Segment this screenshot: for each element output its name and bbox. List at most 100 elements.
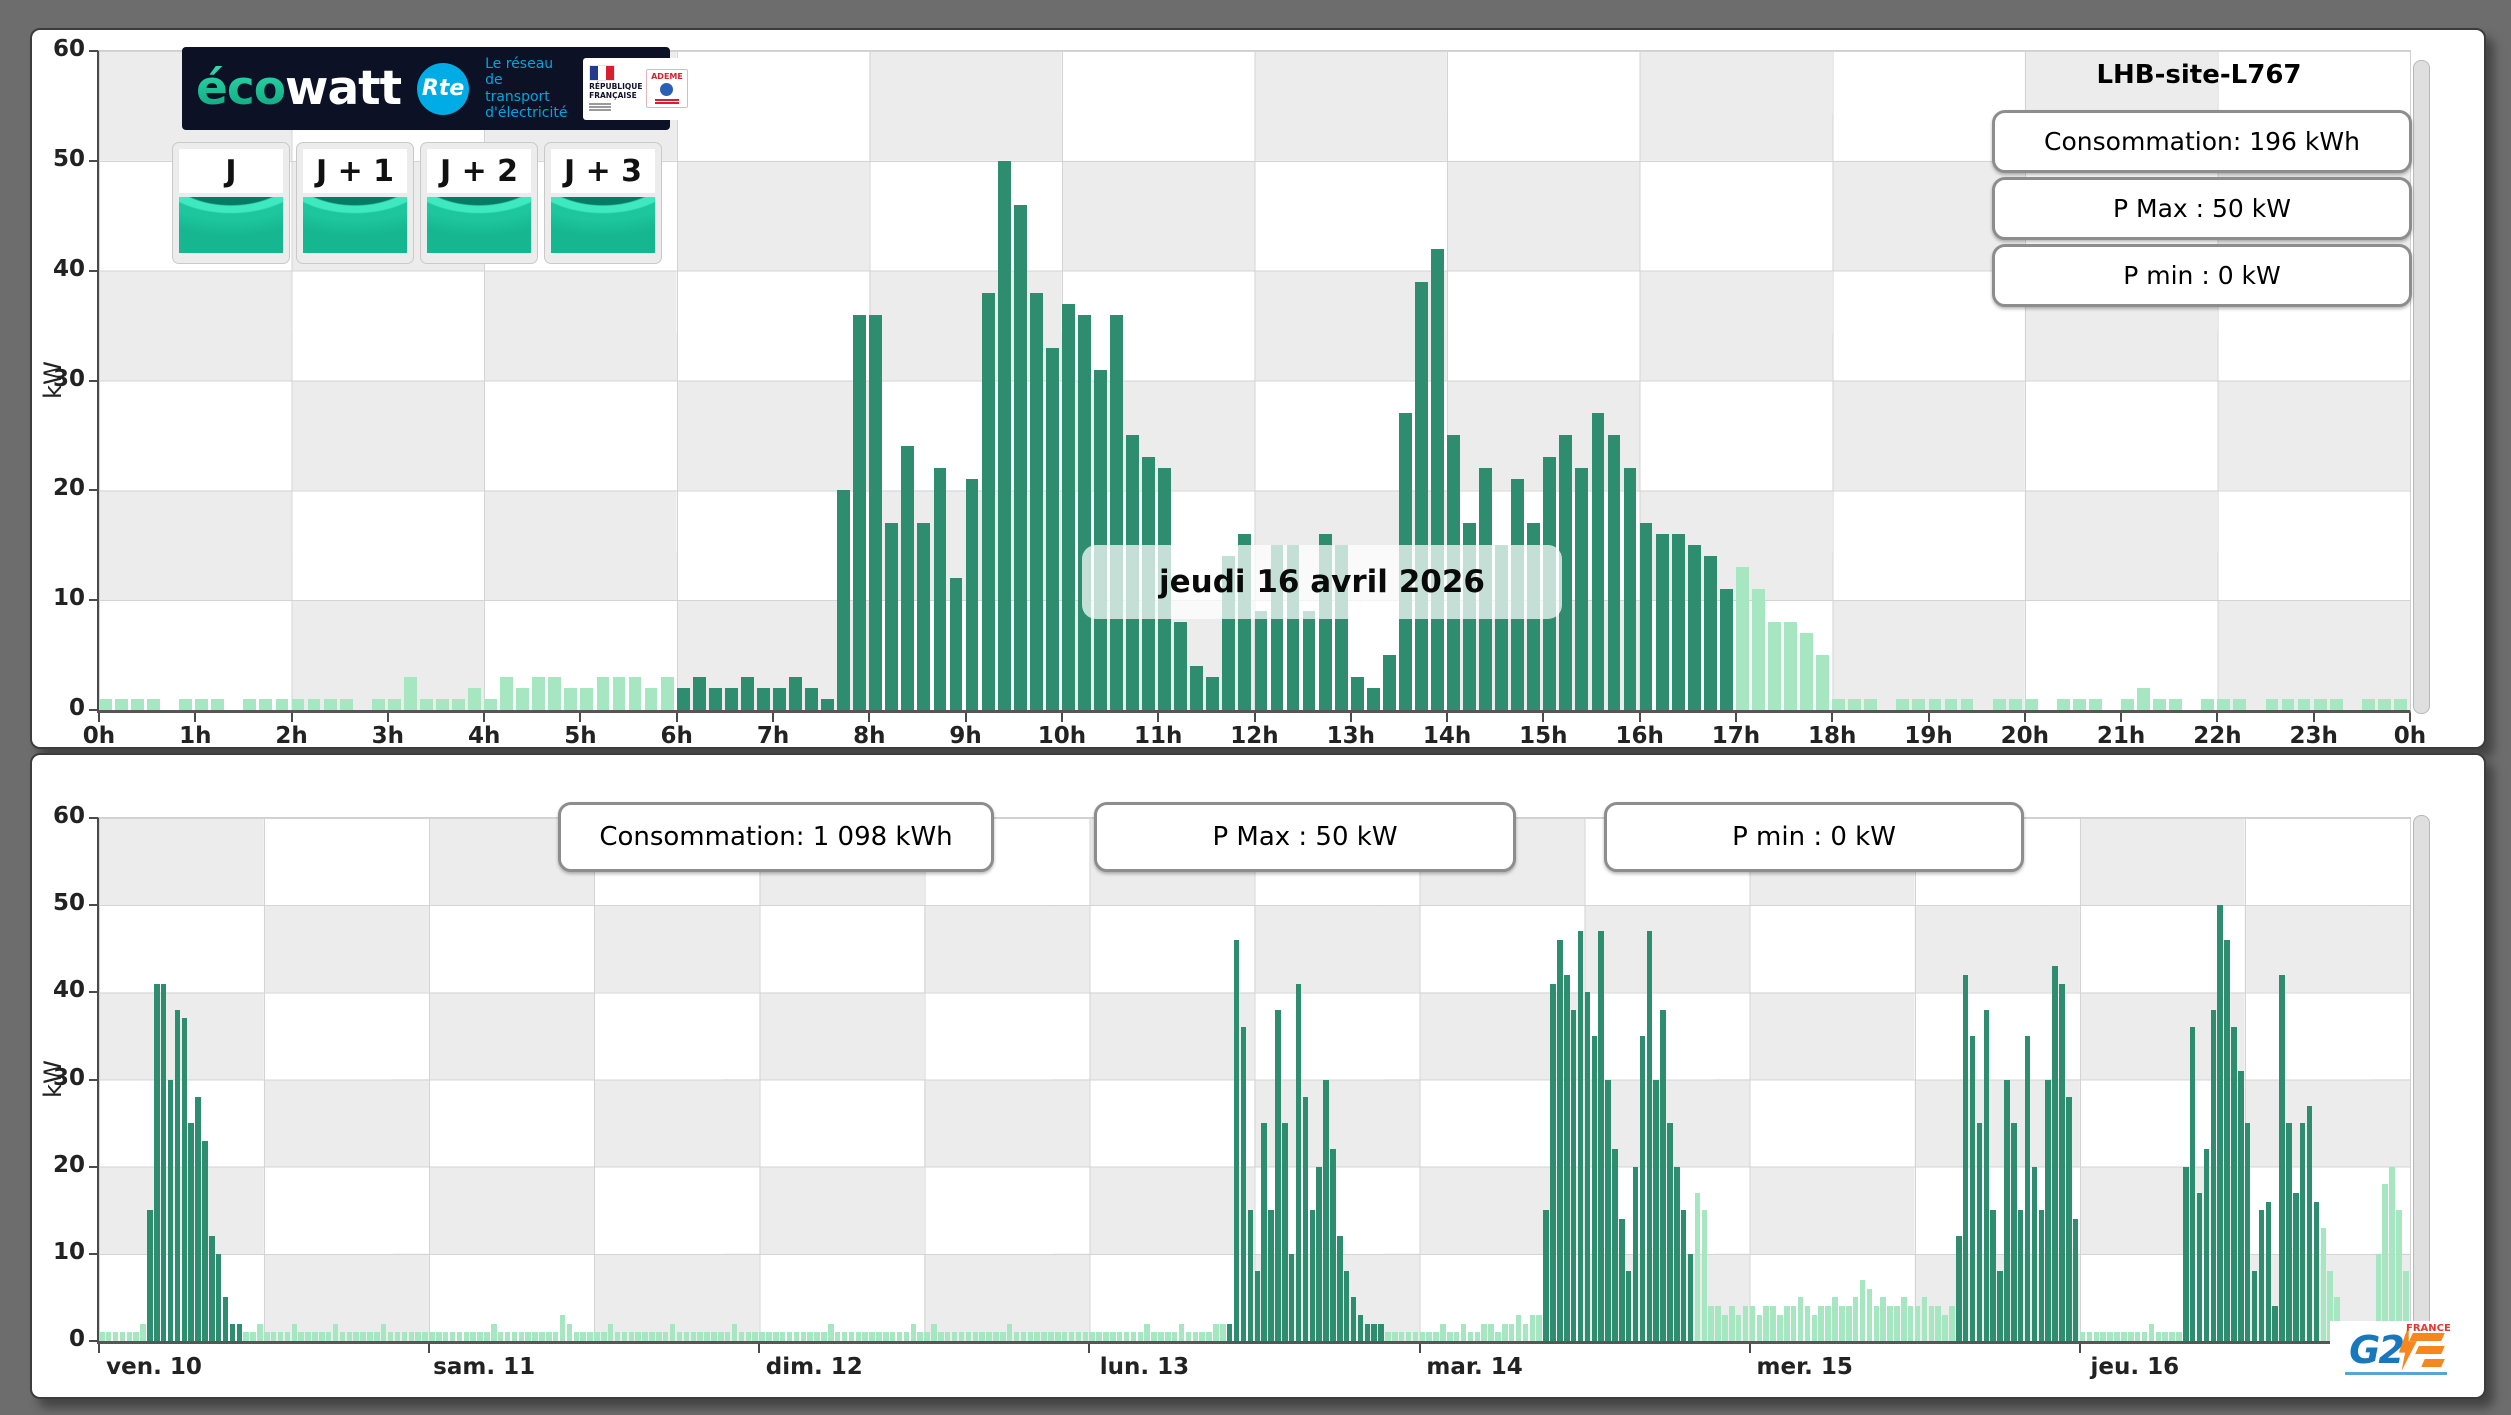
bar [2153, 699, 2167, 710]
bar [1247, 1210, 1254, 1341]
bar [889, 1332, 896, 1341]
bar [325, 1332, 332, 1341]
bar [1770, 1306, 1776, 1341]
bar [1116, 1332, 1123, 1341]
bar [1515, 1314, 1522, 1341]
bar [1619, 1218, 1625, 1341]
bar [1912, 699, 1926, 710]
bar [607, 1323, 614, 1341]
daily-consumption-stat: Consommation: 196 kWh [1992, 110, 2412, 173]
bar [2141, 1332, 2148, 1341]
tab-day-j[interactable]: J [172, 142, 290, 264]
rf-text-line: FRANÇAISE [589, 90, 637, 100]
bar [2169, 1332, 2175, 1341]
ecowatt-green-signal-icon [427, 197, 531, 253]
tab-day-j3[interactable]: J + 3 [544, 142, 662, 264]
bar [789, 677, 802, 710]
y-axis-tick-label: 50 [52, 145, 85, 172]
bar [738, 1332, 745, 1341]
x-axis-tick [290, 713, 293, 722]
bar [1158, 1332, 1164, 1341]
bar [511, 1332, 518, 1341]
bar [993, 1332, 999, 1341]
daily-chart-panel: jeudi 16 avril 2026 écowatt Rte Le résea… [30, 28, 2486, 749]
ademe-title: ADEME [651, 72, 683, 81]
bar [1447, 1332, 1453, 1341]
bar [160, 983, 167, 1341]
date-label: jeudi 16 avril 2026 [1159, 564, 1485, 600]
bar [1041, 1332, 1047, 1341]
bar [1502, 1323, 1508, 1341]
x-axis-tick [1638, 713, 1641, 722]
bar [2137, 688, 2150, 710]
bar [752, 1332, 758, 1341]
rte-tagline: Le réseau de transport d'électricité [485, 56, 567, 120]
bar [387, 1332, 394, 1341]
bar [931, 1323, 937, 1341]
rf-motto-microtext [589, 102, 612, 112]
bar [676, 688, 690, 710]
x-axis-day-label: dim. 12 [765, 1354, 863, 1380]
bar [1302, 1096, 1309, 1341]
bar [2072, 1218, 2079, 1341]
x-axis-tick-label: 0h [2393, 723, 2427, 749]
bar [1254, 1271, 1260, 1341]
bar [2155, 1332, 2161, 1341]
bar [1226, 1323, 1233, 1341]
bar [1357, 1314, 1364, 1341]
bar [1944, 699, 1958, 710]
bar [552, 1332, 559, 1341]
bar [1623, 468, 1637, 710]
bar [869, 314, 883, 710]
bar [2079, 1332, 2086, 1341]
bar [1577, 931, 1584, 1341]
bar [924, 1332, 930, 1341]
x-axis-day-label: lun. 13 [1099, 1354, 1190, 1380]
bar [2217, 699, 2231, 710]
vertical-scrollbar[interactable] [2413, 60, 2430, 714]
bar [1960, 699, 1974, 710]
bar [2107, 1332, 2113, 1341]
tab-day-j1[interactable]: J + 1 [296, 142, 414, 264]
bar [805, 688, 818, 710]
x-axis-day-label: mer. 15 [1756, 1354, 1853, 1380]
bar [1254, 611, 1268, 710]
tab-day-label: J [179, 149, 283, 193]
bar [1029, 292, 1043, 710]
x-axis-tick [1088, 1344, 1091, 1353]
bar [291, 1323, 298, 1341]
bar [662, 1332, 669, 1341]
bar [1928, 699, 1942, 710]
vertical-scrollbar[interactable] [2413, 815, 2430, 1341]
bar [119, 1332, 126, 1341]
tab-day-j2[interactable]: J + 2 [420, 142, 538, 264]
bar [724, 688, 738, 710]
bar [1536, 1314, 1542, 1341]
bar [2189, 1027, 2196, 1341]
bar [1708, 1306, 1714, 1341]
bar [1804, 1306, 1811, 1341]
bar [312, 1332, 318, 1341]
bar [1460, 1323, 1467, 1341]
y-axis-tick [89, 50, 98, 52]
bar [1206, 677, 1220, 710]
bar [910, 1323, 917, 1341]
bar [1174, 622, 1188, 710]
bar [516, 688, 530, 710]
x-axis-tick [2120, 713, 2123, 722]
bar [1337, 1236, 1343, 1341]
bar [1914, 1306, 1921, 1341]
bar [580, 1332, 586, 1341]
forecast-day-tabs: J J + 1 J + 2 J + 3 [172, 142, 662, 264]
bar [2389, 1166, 2395, 1341]
bar [2251, 1271, 2258, 1341]
bar [1983, 1009, 1990, 1341]
bar [112, 1332, 119, 1341]
bar [793, 1332, 800, 1341]
bar [2265, 1201, 2272, 1341]
bar [1797, 1297, 1804, 1341]
bar [2238, 1070, 2244, 1341]
bar [1414, 281, 1428, 710]
ademe-logo: ADEME [646, 69, 688, 108]
bar [202, 1140, 208, 1341]
